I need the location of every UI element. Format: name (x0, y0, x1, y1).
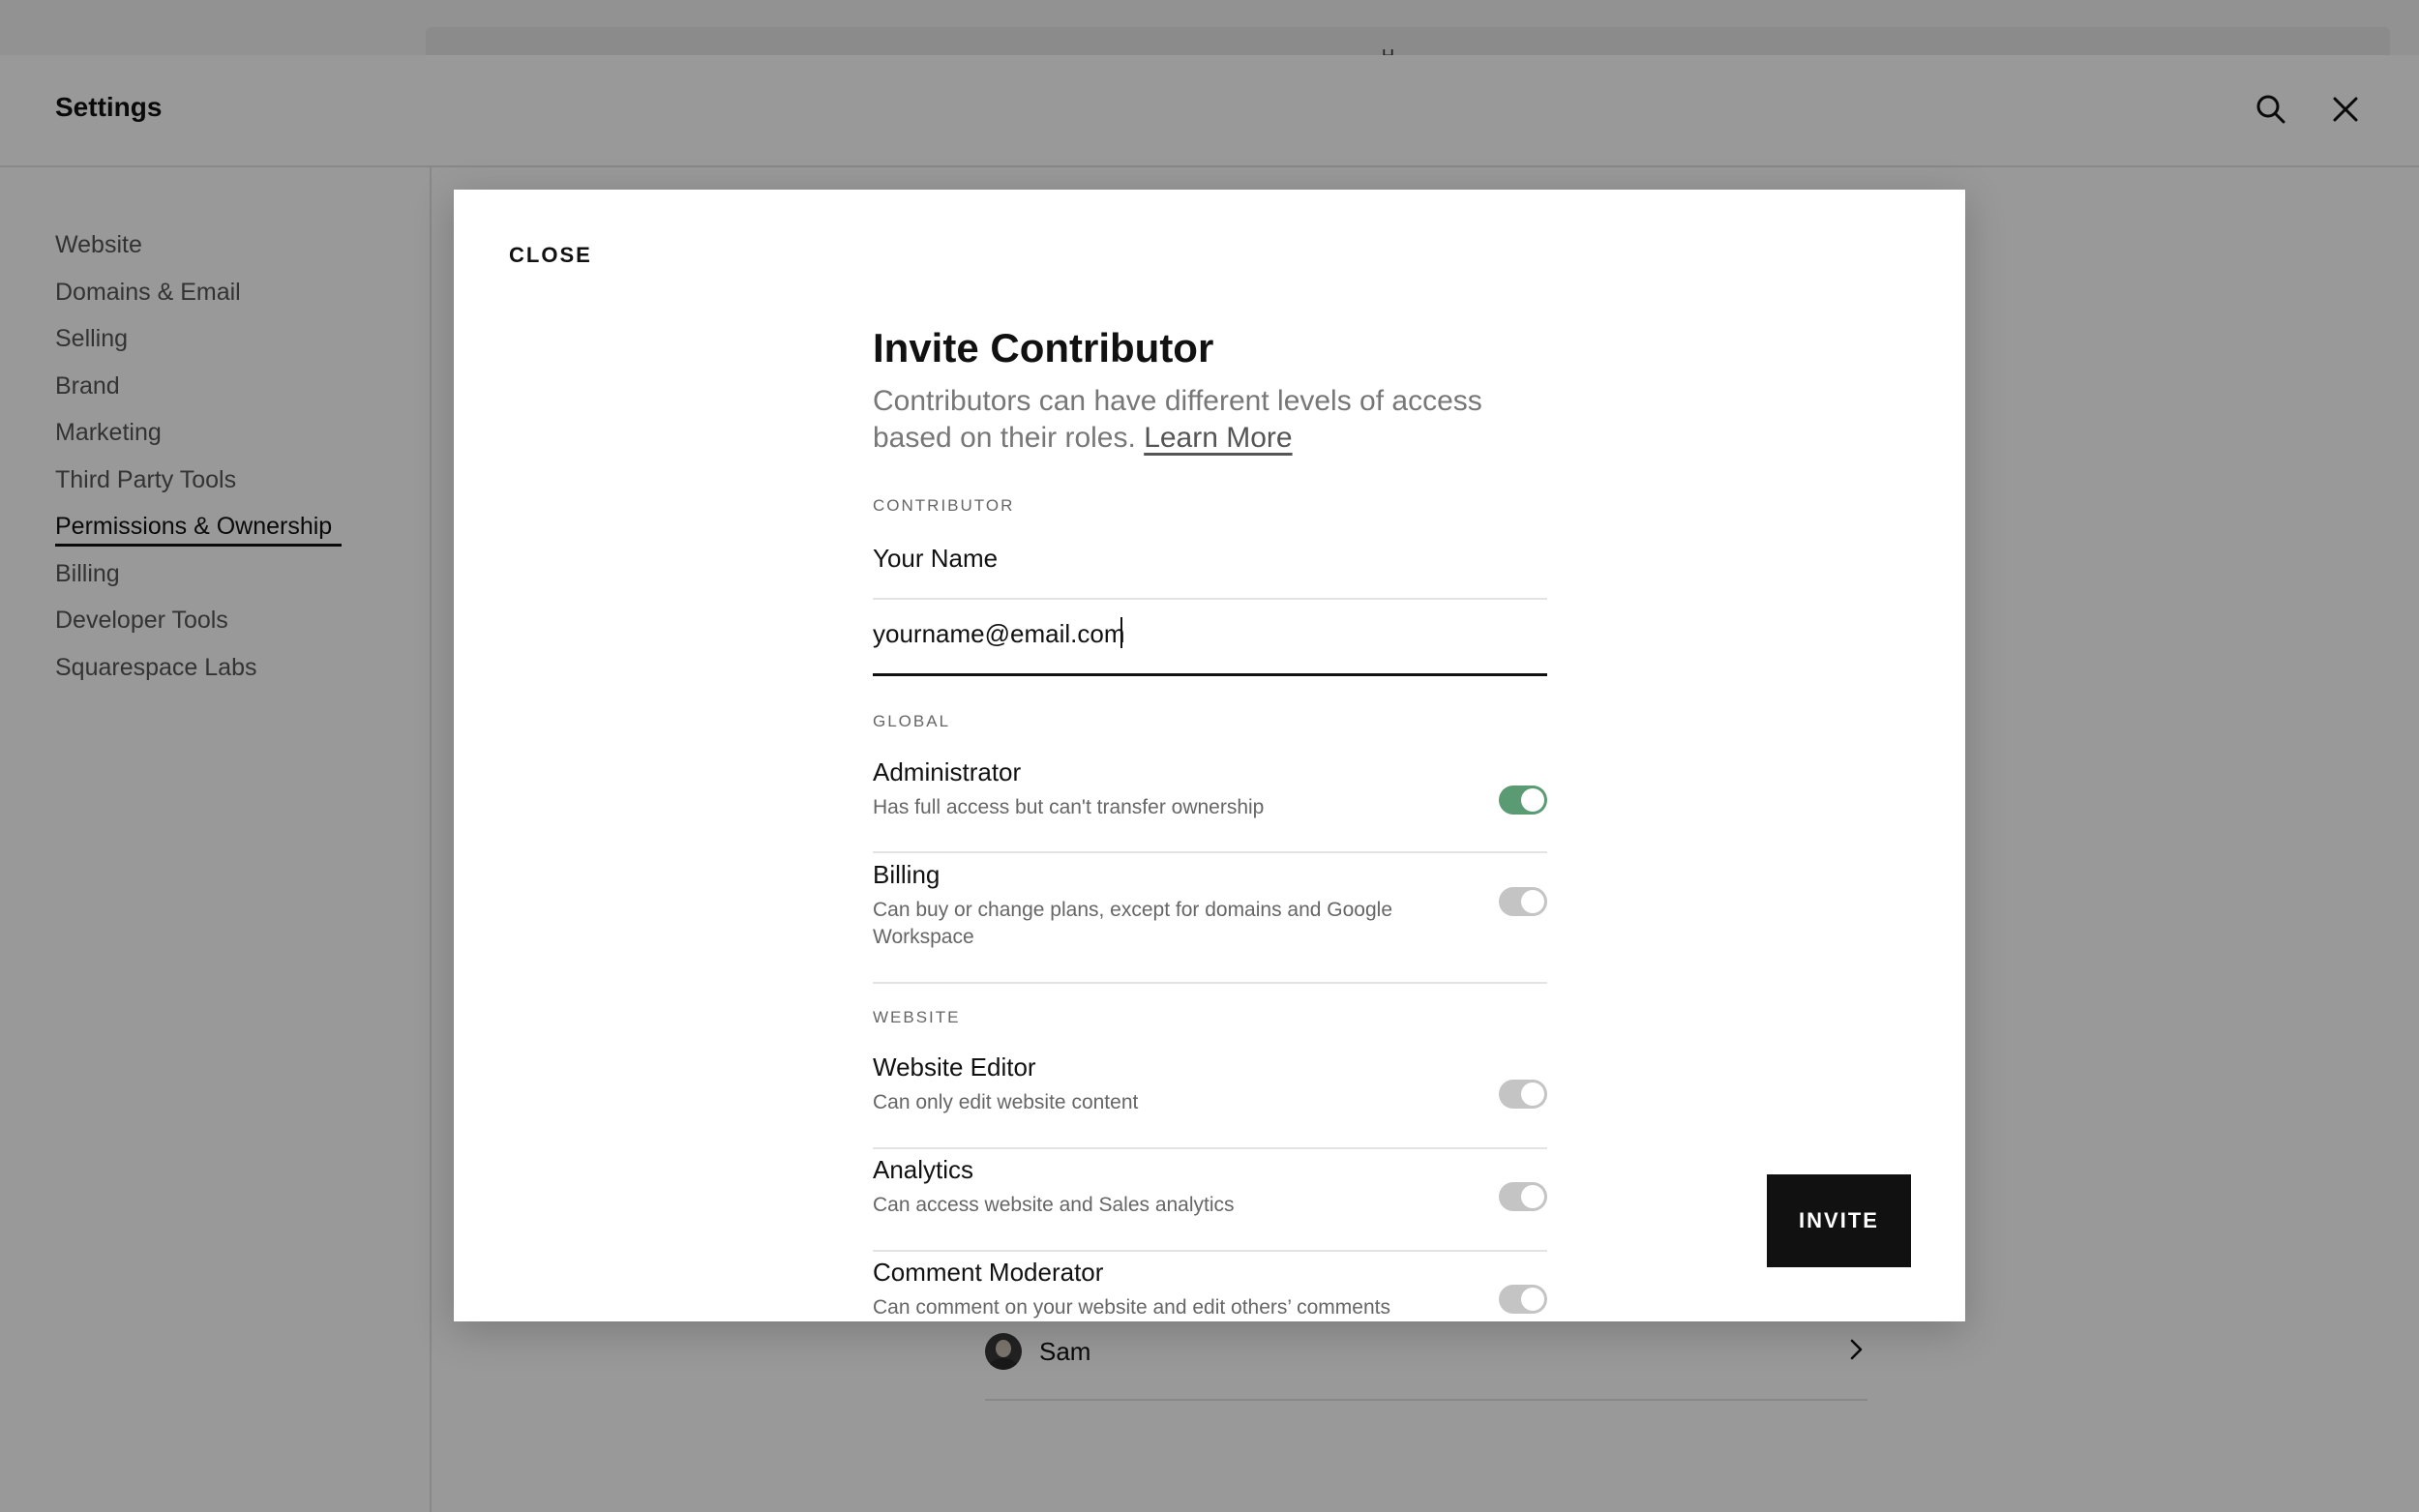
dialog-description: Contributors can have different levels o… (873, 383, 1547, 457)
permission-administrator: Administrator Has full access but can't … (873, 757, 1547, 853)
contributor-section-label: CONTRIBUTOR (873, 496, 1015, 515)
permission-comment-moderator: Comment Moderator Can comment on your we… (873, 1258, 1547, 1321)
comment-moderator-toggle[interactable] (1499, 1285, 1547, 1314)
website-editor-toggle[interactable] (1499, 1080, 1547, 1109)
close-button[interactable]: CLOSE (509, 243, 592, 268)
permission-name: Website Editor (873, 1052, 1036, 1082)
email-input[interactable] (873, 619, 1547, 649)
permission-description: Can comment on your website and edit oth… (873, 1296, 1390, 1319)
administrator-toggle[interactable] (1499, 786, 1547, 815)
dialog-title: Invite Contributor (873, 325, 1214, 371)
website-section-label: WEBSITE (873, 1008, 961, 1026)
global-section-label: GLOBAL (873, 712, 951, 730)
permission-description: Can buy or change plans, except for doma… (873, 899, 1393, 948)
permission-description: Can access website and Sales analytics (873, 1194, 1235, 1216)
analytics-toggle[interactable] (1499, 1182, 1547, 1211)
permission-name: Billing (873, 860, 941, 889)
learn-more-link[interactable]: Learn More (1144, 422, 1292, 454)
name-field[interactable] (873, 524, 1547, 600)
permission-description: Can only edit website content (873, 1091, 1139, 1113)
permission-analytics: Analytics Can access website and Sales a… (873, 1155, 1547, 1252)
permission-name: Analytics (873, 1155, 974, 1184)
text-caret (1120, 617, 1122, 648)
permission-description: Has full access but can't transfer owner… (873, 796, 1265, 818)
name-input[interactable] (873, 544, 1547, 574)
permission-billing: Billing Can buy or change plans, except … (873, 860, 1547, 984)
invite-contributor-dialog: CLOSE Invite Contributor Contributors ca… (454, 190, 1965, 1321)
permission-name: Administrator (873, 757, 1022, 786)
permission-name: Comment Moderator (873, 1258, 1104, 1287)
email-field[interactable] (873, 600, 1547, 676)
invite-button[interactable]: INVITE (1767, 1174, 1911, 1267)
permission-website-editor: Website Editor Can only edit website con… (873, 1052, 1547, 1149)
billing-toggle[interactable] (1499, 887, 1547, 916)
